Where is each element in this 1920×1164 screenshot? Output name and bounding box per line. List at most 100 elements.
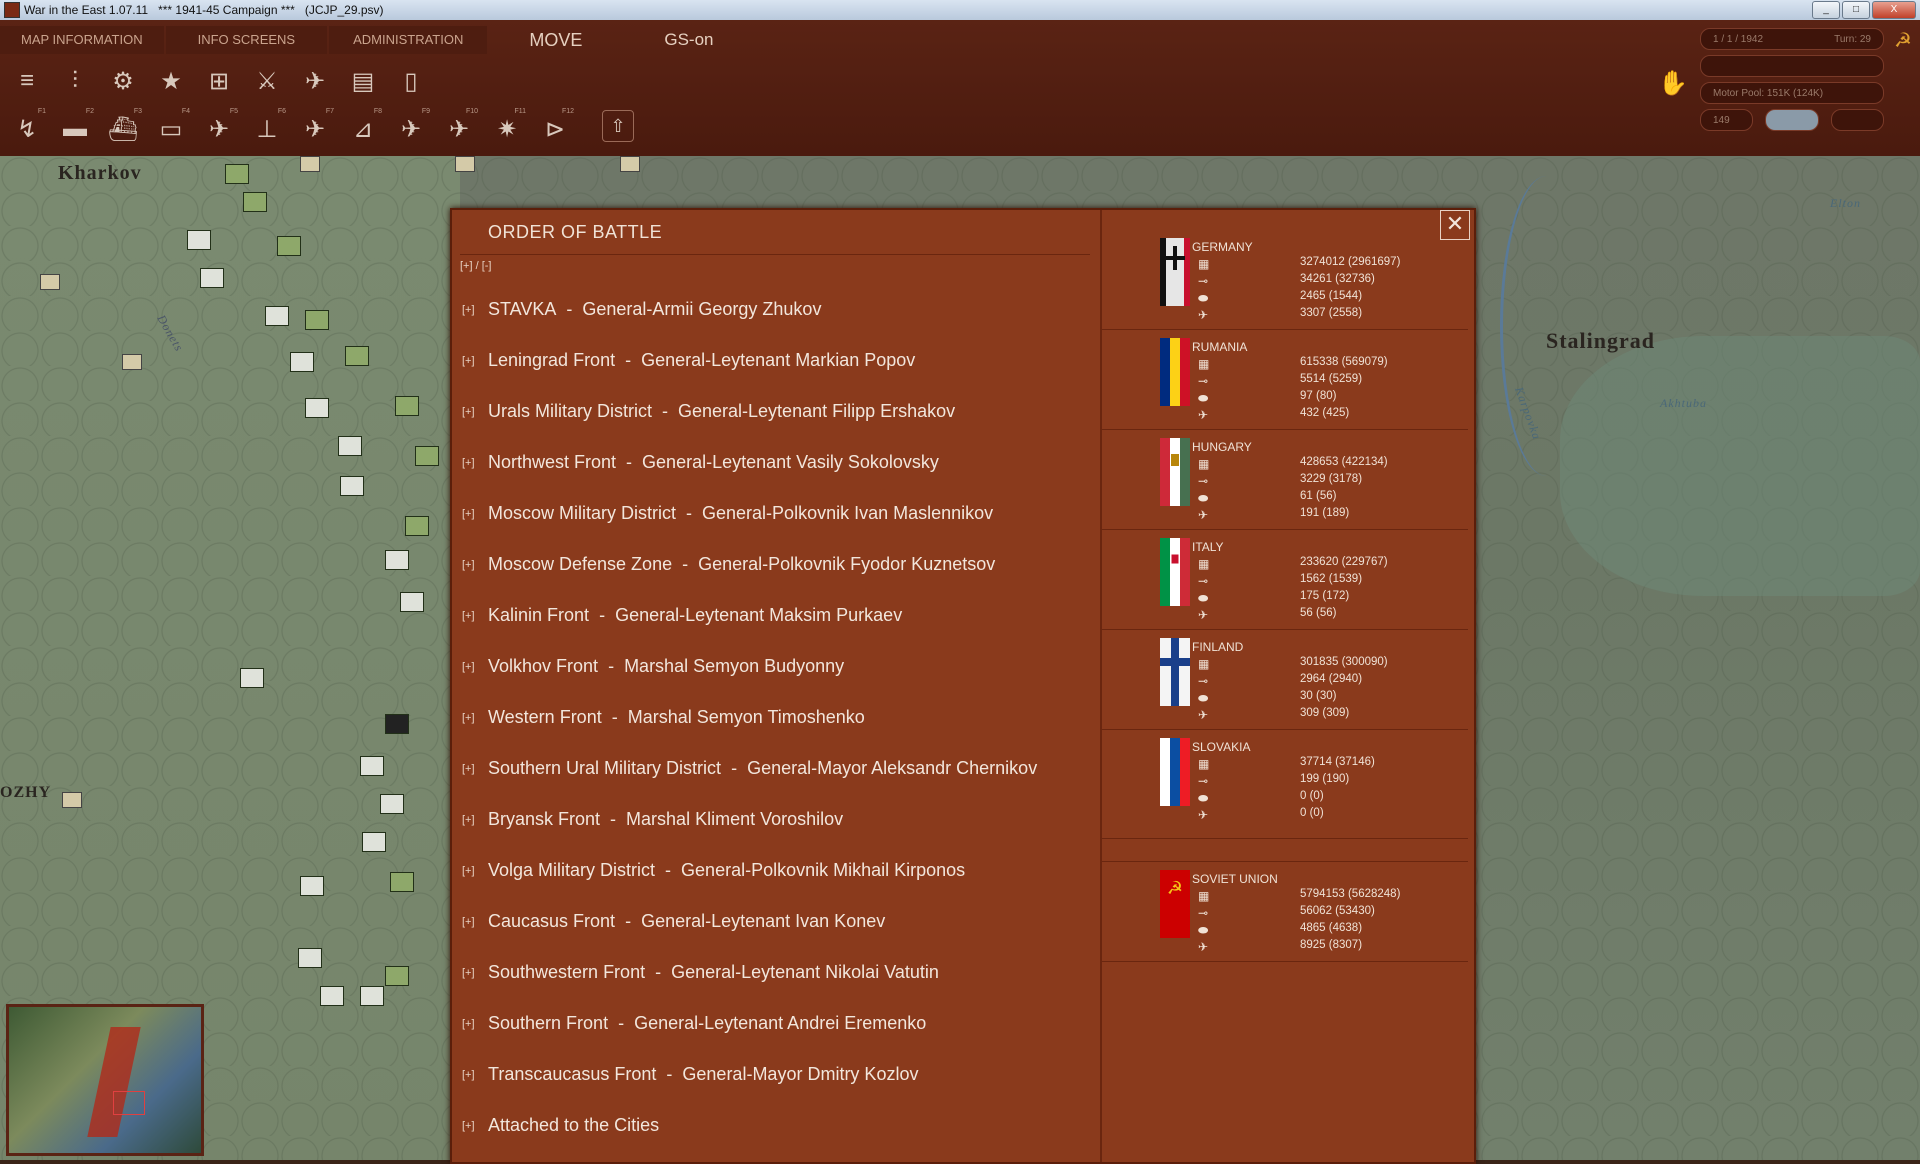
unit-counter[interactable]	[305, 310, 329, 330]
command-commander-name[interactable]: Marshal Semyon Budyonny	[624, 656, 844, 677]
command-unit-name[interactable]: Northwest Front	[488, 452, 616, 473]
command-commander-name[interactable]: General-Leytenant Filipp Ershakov	[678, 401, 955, 422]
unit-counter[interactable]	[380, 794, 404, 814]
command-unit-name[interactable]: Transcaucasus Front	[488, 1064, 656, 1085]
expand-toggle[interactable]: [+]	[462, 712, 488, 724]
unit-counter[interactable]	[362, 832, 386, 852]
minimap[interactable]	[6, 1004, 204, 1156]
unit-counter[interactable]	[305, 398, 329, 418]
command-unit-name[interactable]: Urals Military District	[488, 401, 652, 422]
upload-icon[interactable]: ⇧	[602, 110, 634, 142]
rail-icon[interactable]: ▤	[344, 62, 382, 100]
nation-row[interactable]: RUMANIA ▦ ⊸ ⬬ ✈ 615338 (569079) 5514 (5259) 97 …	[1102, 330, 1468, 430]
command-commander-name[interactable]: Marshal Semyon Timoshenko	[628, 707, 865, 728]
command-commander-name[interactable]: General-Leytenant Nikolai Vatutin	[671, 962, 939, 983]
f11-bombardment-icon[interactable]: ✷ F11	[488, 108, 526, 148]
command-row[interactable]: [+] Transcaucasus Front - General-Mayor …	[462, 1049, 1092, 1100]
gear-icon[interactable]: ⚙	[104, 62, 142, 100]
f8-airbase-icon[interactable]: ⊿ F8	[344, 108, 382, 148]
command-row[interactable]: [+] Northwest Front - General-Leytenant …	[462, 437, 1092, 488]
nation-row[interactable]: ☭ SOVIET UNION ▦ ⊸ ⬬ ✈ 5794153 (5628248) 56062 …	[1102, 861, 1468, 962]
expand-toggle[interactable]: [+]	[462, 661, 488, 673]
command-row[interactable]: [+] Southern Front - General-Leytenant A…	[462, 998, 1092, 1049]
fort-marker[interactable]	[300, 156, 320, 172]
unit-counter[interactable]	[187, 230, 211, 250]
command-commander-name[interactable]: General-Polkovnik Fyodor Kuznetsov	[698, 554, 995, 575]
unit-counter[interactable]	[265, 306, 289, 326]
expand-toggle[interactable]: [+]	[462, 355, 488, 367]
expand-toggle[interactable]: [+]	[462, 763, 488, 775]
f1-move-icon[interactable]: ↯ F1	[8, 108, 46, 148]
command-commander-name[interactable]: General-Polkovnik Mikhail Kirponos	[681, 860, 965, 881]
unit-counter[interactable]	[200, 268, 224, 288]
unit-counter[interactable]	[300, 876, 324, 896]
unit-counter[interactable]	[298, 948, 322, 968]
unit-counter[interactable]	[340, 476, 364, 496]
unit-counter[interactable]	[395, 396, 419, 416]
expand-toggle[interactable]: [+]	[462, 967, 488, 979]
f2-truck-icon[interactable]: ▬ F2	[56, 108, 94, 148]
unit-counter[interactable]	[290, 352, 314, 372]
expand-toggle[interactable]: [+]	[462, 865, 488, 877]
command-unit-name[interactable]: Volkhov Front	[488, 656, 598, 677]
menu-administration[interactable]: ADMINISTRATION	[329, 26, 488, 54]
f5-airstrike-icon[interactable]: ✈ F5	[200, 108, 238, 148]
menu-info-screens[interactable]: INFO SCREENS	[165, 26, 328, 54]
command-row[interactable]: [+] Western Front - Marshal Semyon Timos…	[462, 692, 1092, 743]
command-unit-name[interactable]: Kalinin Front	[488, 605, 589, 626]
unit-counter[interactable]	[320, 986, 344, 1006]
expand-toggle[interactable]: [+]	[462, 559, 488, 571]
minimap-viewport[interactable]	[113, 1091, 145, 1115]
unit-counter[interactable]	[415, 446, 439, 466]
minimize-button[interactable]: _	[1812, 1, 1840, 19]
command-row[interactable]: [+] Attached to the Cities	[462, 1100, 1092, 1151]
command-unit-name[interactable]: Southern Ural Military District	[488, 758, 721, 779]
maximize-button[interactable]: □	[1842, 1, 1870, 19]
crossed-swords-icon[interactable]: ⚔	[248, 62, 286, 100]
fort-marker[interactable]	[40, 274, 60, 290]
command-row[interactable]: [+] Moscow Military District - General-P…	[462, 488, 1092, 539]
fort-marker[interactable]	[455, 156, 475, 172]
star-icon[interactable]: ★	[152, 62, 190, 100]
command-row[interactable]: [+] Volkhov Front - Marshal Semyon Budyo…	[462, 641, 1092, 692]
nation-row[interactable]: GERMANY ▦ ⊸ ⬬ ✈ 3274012 (2961697) 34261 (32736…	[1102, 230, 1468, 330]
nation-row[interactable]: HUNGARY ▦ ⊸ ⬬ ✈ 428653 (422134) 3229 (3178) 61 …	[1102, 430, 1468, 530]
city-stalingrad[interactable]: Stalingrad	[1546, 328, 1655, 354]
command-row[interactable]: [+] Bryansk Front - Marshal Kliment Voro…	[462, 794, 1092, 845]
f9-interdict-icon[interactable]: ✈ F9	[392, 108, 430, 148]
command-unit-name[interactable]: Volga Military District	[488, 860, 655, 881]
f7-recon-icon[interactable]: ✈ F7	[296, 108, 334, 148]
nation-row[interactable]: SLOVAKIA ▦ ⊸ ⬬ ✈ 37714 (37146) 199 (190) 0 (0) 0…	[1102, 730, 1468, 839]
command-commander-name[interactable]: General-Leytenant Andrei Eremenko	[634, 1013, 926, 1034]
expand-toggle[interactable]: [+]	[462, 406, 488, 418]
command-row[interactable]: [+] STAVKA - General-Armii Georgy Zhukov	[462, 284, 1092, 335]
artillery-icon[interactable]: ✈	[296, 62, 334, 100]
command-row[interactable]: [+] Caucasus Front - General-Leytenant I…	[462, 896, 1092, 947]
fort-marker[interactable]	[122, 354, 142, 370]
hand-icon[interactable]: ✋	[1654, 64, 1692, 102]
command-commander-name[interactable]: General-Armii Georgy Zhukov	[582, 299, 821, 320]
f10-air-transfer-icon[interactable]: ✈ F10	[440, 108, 478, 148]
unit-counter[interactable]	[345, 346, 369, 366]
stack-icon[interactable]: ≡	[8, 62, 46, 100]
unit-counter[interactable]	[243, 192, 267, 212]
window-close-button[interactable]: X	[1872, 1, 1916, 19]
command-commander-name[interactable]: General-Mayor Aleksandr Chernikov	[747, 758, 1037, 779]
unit-counter[interactable]	[277, 236, 301, 256]
f12-play-icon[interactable]: ⊳ F12	[536, 108, 574, 148]
command-row[interactable]: [+] Southern Ural Military District - Ge…	[462, 743, 1092, 794]
status-toggle[interactable]	[1765, 109, 1819, 131]
f4-naval-icon[interactable]: ▭ F4	[152, 108, 190, 148]
supply-icon[interactable]: ▯	[392, 62, 430, 100]
sliders-icon[interactable]: ⫶	[56, 62, 94, 100]
command-unit-name[interactable]: Southwestern Front	[488, 962, 645, 983]
status-slot[interactable]	[1830, 109, 1884, 131]
command-unit-name[interactable]: Caucasus Front	[488, 911, 615, 932]
command-row[interactable]: [+] Leningrad Front - General-Leytenant …	[462, 335, 1092, 386]
command-row[interactable]: [+] Southwestern Front - General-Leytena…	[462, 947, 1092, 998]
command-commander-name[interactable]: General-Leytenant Maksim Purkaev	[615, 605, 902, 626]
command-unit-name[interactable]: Bryansk Front	[488, 809, 600, 830]
expand-collapse-all[interactable]: [+] / [-]	[460, 260, 491, 272]
command-unit-name[interactable]: Moscow Defense Zone	[488, 554, 672, 575]
command-row[interactable]: [+] Kalinin Front - General-Leytenant Ma…	[462, 590, 1092, 641]
